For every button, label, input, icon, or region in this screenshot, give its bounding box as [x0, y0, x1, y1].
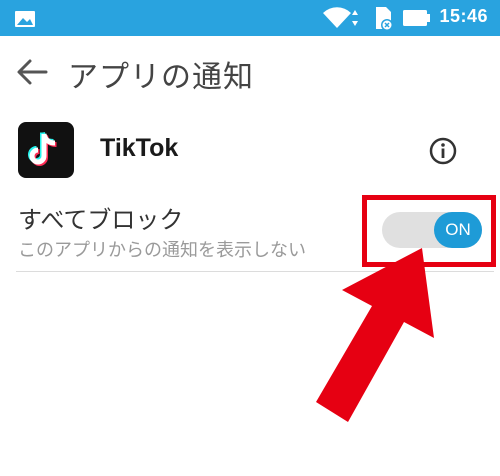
- info-icon[interactable]: [428, 136, 458, 166]
- status-time: 15:46: [439, 6, 488, 26]
- app-bar: アプリの通知: [0, 36, 500, 108]
- red-arrow-icon: [316, 248, 434, 422]
- block-all-title: すべてブロック: [18, 206, 184, 234]
- arrow-left-icon[interactable]: [14, 56, 50, 88]
- page-title: アプリの通知: [68, 60, 254, 95]
- image-icon: [15, 11, 35, 27]
- tiktok-logo-icon: [18, 122, 74, 178]
- app-header-row: TikTok: [0, 112, 500, 188]
- status-bar: 15:46: [0, 0, 500, 36]
- block-all-subtitle: このアプリからの通知を表示しない: [18, 240, 306, 261]
- wifi-icon: [323, 7, 358, 29]
- app-name: TikTok: [100, 134, 179, 162]
- battery-icon: [403, 10, 430, 26]
- sd-card-icon: [376, 7, 393, 31]
